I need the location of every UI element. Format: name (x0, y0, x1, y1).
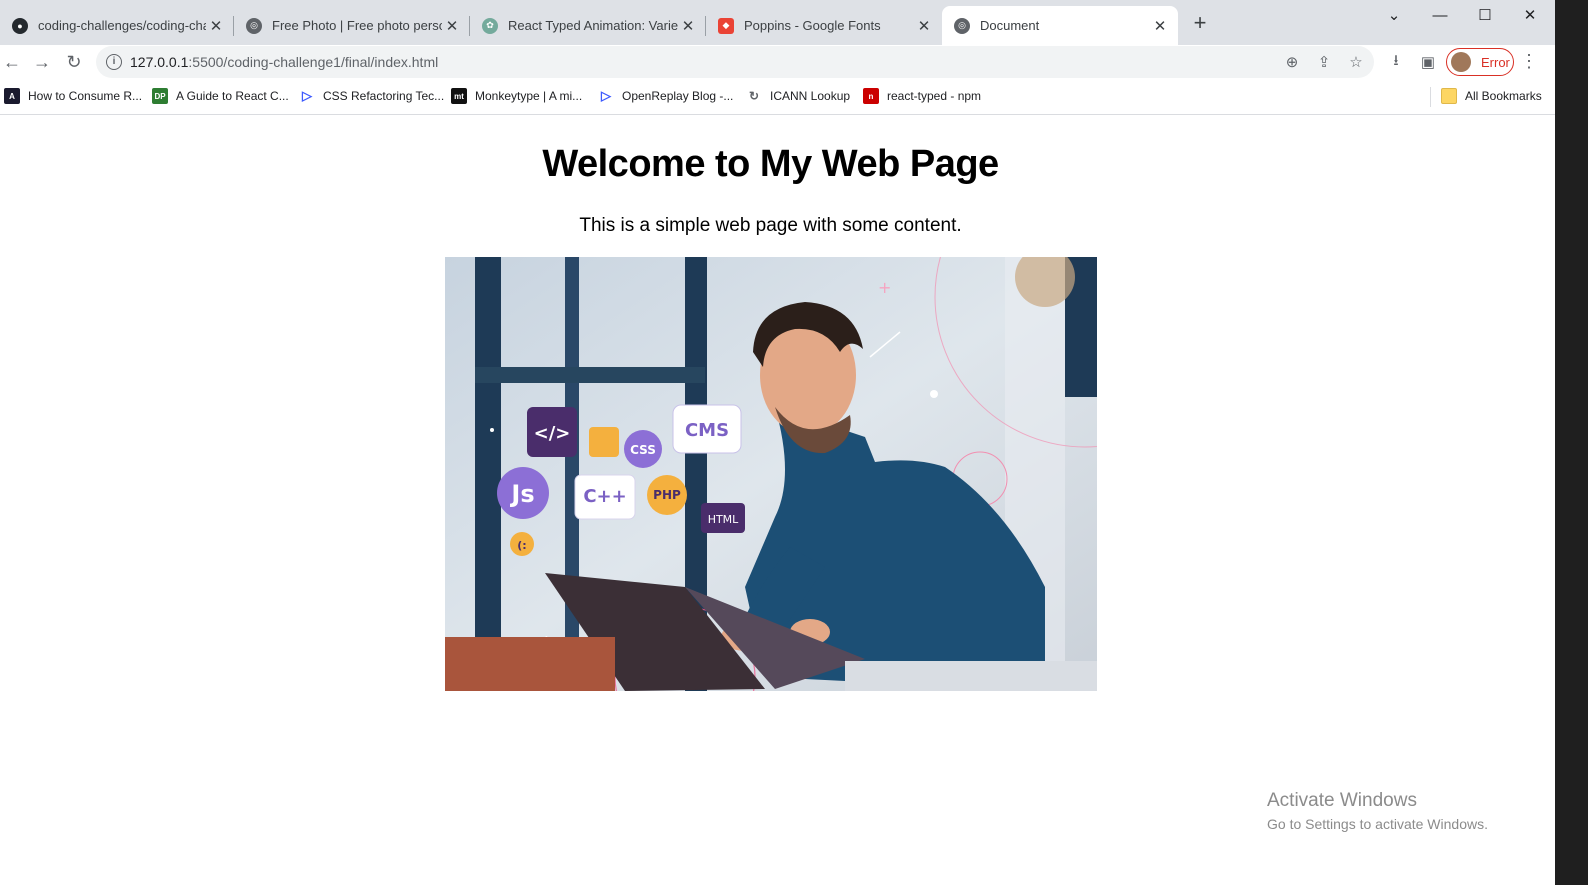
profile-button[interactable]: Error (1446, 48, 1514, 76)
developer-illustration: + + + </> CMS CSS (445, 257, 1097, 691)
bookmark-label: ICANN Lookup (770, 89, 851, 103)
a-icon: A (4, 88, 20, 104)
tab-title: Poppins - Google Fonts (744, 18, 881, 33)
icann-icon: ↻ (748, 89, 760, 103)
avatar (1451, 52, 1471, 72)
html-bubble-label: HTML (708, 513, 739, 526)
bookmark-item[interactable]: DP A Guide to React C... (152, 88, 289, 104)
url-path: :5500/coding-challenge1/final/index.html (188, 54, 439, 70)
browser-chrome: ● coding-challenges/coding-challe ✕ ◎ Fr… (0, 0, 1555, 115)
bookmark-label: OpenReplay Blog -... (622, 89, 734, 103)
close-icon[interactable]: ✕ (442, 17, 462, 35)
svg-text:+: + (878, 278, 891, 297)
bookmarks-bar: A How to Consume R... DP A Guide to Reac… (0, 79, 1555, 115)
bookmark-item[interactable]: ↻ ICANN Lookup (746, 88, 850, 104)
mt-icon: mt (451, 88, 467, 104)
google-fonts-icon: ◆ (718, 17, 734, 34)
bookmark-label: react-typed - npm (887, 89, 982, 103)
tab-title: Free Photo | Free photo person i (272, 18, 442, 33)
cpp-bubble-label: C++ (583, 486, 626, 507)
all-bookmarks-button[interactable]: All Bookmarks (1441, 88, 1542, 104)
tab-github[interactable]: ● coding-challenges/coding-challe ✕ (0, 6, 234, 45)
triangle-icon: ▷ (302, 88, 312, 103)
bookmark-item[interactable]: A How to Consume R... (4, 88, 142, 104)
star-icon[interactable]: ☆ (1344, 51, 1368, 73)
tab-poppins[interactable]: ◆ Poppins - Google Fonts ✕ (706, 6, 942, 45)
tab-free-photo[interactable]: ◎ Free Photo | Free photo person i ✕ (234, 6, 470, 45)
address-bar[interactable]: i 127.0.0.1:5500/coding-challenge1/final… (96, 46, 1374, 78)
dp-icon: DP (152, 88, 168, 104)
tab-title: React Typed Animation: Variety (508, 18, 678, 33)
forward-icon[interactable]: → (30, 50, 54, 74)
new-tab-button[interactable]: + (1188, 12, 1212, 34)
globe-icon: ◎ (246, 17, 262, 34)
side-panel-icon[interactable]: ▣ (1416, 51, 1440, 73)
tab-document[interactable]: ◎ Document ✕ (942, 6, 1178, 45)
tab-search-icon[interactable]: ⌄ (1372, 0, 1416, 30)
desktop-edge (1555, 0, 1588, 885)
bookmark-label: CSS Refactoring Tec... (323, 89, 445, 103)
share-icon[interactable]: ⇪ (1312, 51, 1336, 73)
profile-label: Error (1481, 54, 1510, 70)
all-bookmarks-label: All Bookmarks (1465, 89, 1542, 103)
watermark-subtitle: Go to Settings to activate Windows. (1267, 816, 1488, 832)
smile-bubble-label: (: (517, 539, 526, 552)
js-bubble-label: Js (509, 480, 534, 508)
url-host: 127.0.0.1 (130, 54, 189, 70)
activate-windows-watermark: Activate Windows Go to Settings to activ… (1267, 790, 1488, 832)
watermark-title: Activate Windows (1267, 790, 1417, 811)
close-window-button[interactable]: ✕ (1508, 0, 1552, 30)
back-icon[interactable]: ← (0, 50, 24, 74)
tab-strip: ● coding-challenges/coding-challe ✕ ◎ Fr… (0, 0, 1555, 45)
page-content: Welcome to My Web Page This is a simple … (0, 115, 1555, 885)
cms-bubble-label: CMS (685, 420, 729, 441)
folder-icon (1441, 88, 1457, 104)
php-bubble-label: PHP (653, 488, 681, 502)
hero-image: + + + </> CMS CSS (445, 257, 1097, 691)
bookmark-label: How to Consume R... (28, 89, 143, 103)
tab-title: coding-challenges/coding-challe (38, 18, 206, 33)
github-icon: ● (12, 17, 28, 34)
globe-icon: ◎ (954, 17, 970, 34)
page-subtitle: This is a simple web page with some cont… (579, 215, 962, 236)
code-bubble-label: </> (534, 423, 571, 444)
page-title: Welcome to My Web Page (542, 143, 999, 185)
maximize-button[interactable]: ☐ (1463, 0, 1507, 30)
kebab-menu-icon[interactable]: ⋮ (1520, 51, 1538, 72)
minimize-button[interactable]: — (1418, 0, 1462, 30)
bookmark-label: A Guide to React C... (176, 89, 289, 103)
triangle-icon: ▷ (601, 88, 611, 103)
close-icon[interactable]: ✕ (206, 17, 226, 35)
bookmark-label: Monkeytype | A mi... (475, 89, 583, 103)
zoom-icon[interactable]: ⊕ (1280, 51, 1304, 73)
tab-react-typed[interactable]: ✿ React Typed Animation: Variety ✕ (470, 6, 706, 45)
info-icon[interactable]: i (106, 54, 122, 70)
npm-icon: n (863, 88, 879, 104)
close-icon[interactable]: ✕ (678, 17, 698, 35)
download-icon[interactable]: ⭳ (1384, 51, 1408, 73)
css-bubble-label: CSS (630, 443, 656, 457)
tab-title: Document (980, 18, 1040, 33)
bookmark-item[interactable]: mt Monkeytype | A mi... (451, 88, 582, 104)
url-text[interactable]: 127.0.0.1:5500/coding-challenge1/final/i… (130, 54, 438, 70)
bookmark-item[interactable]: n react-typed - npm (863, 88, 981, 104)
close-icon[interactable]: ✕ (1150, 17, 1170, 35)
bookmark-item[interactable]: ▷ OpenReplay Blog -... (598, 88, 733, 104)
reload-icon[interactable]: ↻ (62, 50, 86, 74)
bookmarks-divider (1430, 87, 1431, 107)
toolbar: ← → ↻ i 127.0.0.1:5500/coding-challenge1… (0, 45, 1555, 79)
close-icon[interactable]: ✕ (914, 17, 934, 35)
openai-icon: ✿ (482, 17, 498, 34)
bookmark-item[interactable]: ▷ CSS Refactoring Tec... (299, 88, 444, 104)
search-bubble-icon (589, 427, 619, 457)
